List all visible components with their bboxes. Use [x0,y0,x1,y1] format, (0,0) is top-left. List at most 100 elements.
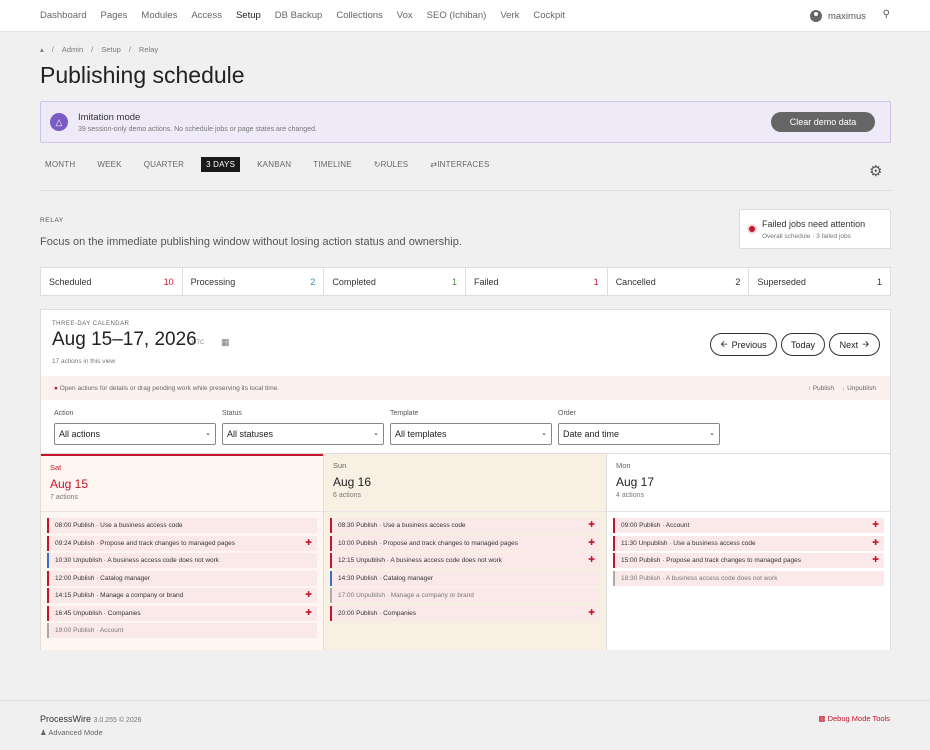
tab-rules[interactable]: ↻RULES [369,157,414,172]
user-name: maximus [827,10,866,22]
move-icon[interactable]: ✚ [588,521,595,529]
day-items: 08:00 Publish · Use a business access co… [47,518,317,641]
user-menu[interactable]: maximus [809,10,866,22]
nav-modules[interactable]: Modules [141,10,177,21]
nav-collections[interactable]: Collections [336,10,382,21]
gear-icon[interactable]: ⚙ [869,162,882,180]
tab-week[interactable]: WEEK [92,157,126,172]
stat-superseded[interactable]: Superseded 1 [749,268,890,295]
schedule-item[interactable]: 17:00 Unpublish · Manage a company or br… [330,588,600,603]
nav-vox[interactable]: Vox [397,10,413,21]
schedule-item[interactable]: 15:00 Publish · Propose and track change… [613,553,884,568]
user-icon: ♟ [40,728,47,737]
nav-access[interactable]: Access [191,10,222,21]
tab-quarter[interactable]: QUARTER [139,157,189,172]
unpublish-arrow-icon: ↓ [842,385,846,392]
timezone-label: UTC [192,340,205,346]
filter-label-action: Action [54,410,74,417]
schedule-item[interactable]: 11:30 Unpublish · Use a business access … [613,535,884,551]
stat-scheduled[interactable]: Scheduled 10 [41,268,183,295]
day-items: 08:30 Publish · Use a business access co… [330,518,600,623]
advanced-mode-link[interactable]: ♟ Advanced Mode [40,728,103,737]
stat-processing[interactable]: Processing 2 [183,268,325,295]
tab-3-days[interactable]: 3 DAYS [201,157,241,172]
schedule-item[interactable]: 14:30 Publish · Catalog manager [330,570,600,586]
calendar-icon[interactable]: ▦ [221,337,230,348]
stat-cancelled[interactable]: Cancelled 2 [608,268,750,295]
previous-button[interactable]: 🡨 Previous [710,333,777,356]
schedule-item-label: 11:30 Unpublish · Use a business access … [621,539,756,547]
breadcrumb-setup[interactable]: Setup [101,45,121,54]
footer-divider [0,700,930,701]
nav-pages[interactable]: Pages [100,10,127,21]
calendar-panel: THREE-DAY CALENDAR Aug 15–17, 2026 UTC ▦… [40,309,891,650]
refresh-icon: ↻ [373,160,381,169]
schedule-item-label: 12:15 Unpublish · A business access code… [338,557,503,564]
move-icon[interactable]: ✚ [305,608,312,617]
action-count: 17 actions in this view [52,358,116,365]
day-of-week: Sat [50,463,62,472]
primary-nav: Dashboard Pages Modules Access Setup DB … [40,10,565,21]
template-select[interactable]: All templates ⌄ [390,423,552,445]
tab-kanban[interactable]: KANBAN [252,157,296,172]
nav-cockpit[interactable]: Cockpit [533,10,565,21]
alert-title: Failed jobs need attention [762,219,866,229]
schedule-item-label: 19:00 Publish · Account [55,627,124,634]
nav-seo[interactable]: SEO (Ichiban) [427,10,487,21]
schedule-item-label: 14:15 Publish · Manage a company or bran… [55,592,184,599]
hint-bar: ● Open actions for details or drag pendi… [41,376,890,400]
nav-setup[interactable]: Setup [236,10,261,21]
next-button[interactable]: Next 🡪 [829,333,880,356]
breadcrumb: ▴ / Admin / Setup / Relay [40,45,159,54]
schedule-item[interactable]: 09:00 Publish · Account ✚ [613,518,884,533]
flask-icon: △ [50,113,68,131]
bug-icon: ▩ [818,714,826,723]
debug-mode-link[interactable]: ▩ Debug Mode Tools [818,714,890,723]
imitation-banner: △ Imitation mode 39 session-only demo ac… [40,101,891,143]
tab-timeline[interactable]: TIMELINE [308,157,357,172]
action-select[interactable]: All actions ⌄ [54,423,216,445]
failed-jobs-alert[interactable]: Failed jobs need attention Overall sched… [739,209,891,249]
nav-dashboard[interactable]: Dashboard [40,10,86,21]
day-column: Sun Aug 16 6 actions 08:30 Publish · Use… [324,454,607,650]
nav-verk[interactable]: Verk [500,10,519,21]
schedule-item[interactable]: 08:30 Publish · Use a business access co… [330,518,600,533]
tab-interfaces[interactable]: ⇄INTERFACES [425,157,494,172]
schedule-item[interactable]: 16:45 Unpublish · Companies ✚ [47,605,317,621]
stat-completed[interactable]: Completed 1 [324,268,467,295]
breadcrumb-relay[interactable]: Relay [139,45,158,54]
filter-label-status: Status [222,410,242,417]
order-select[interactable]: Date and time ⌄ [558,423,720,445]
tab-month[interactable]: MONTH [40,157,80,172]
schedule-item[interactable]: 19:00 Publish · Account [47,623,317,638]
move-icon[interactable]: ✚ [872,538,879,547]
schedule-item[interactable]: 18:30 Publish · A business access code d… [613,570,884,586]
schedule-item[interactable]: 10:30 Unpublish · A business access code… [47,553,317,568]
schedule-item-label: 17:00 Unpublish · Manage a company or br… [338,592,474,599]
schedule-item[interactable]: 10:00 Publish · Propose and track change… [330,535,600,551]
move-icon[interactable]: ✚ [305,538,312,547]
nav-db-backup[interactable]: DB Backup [275,10,323,21]
schedule-item[interactable]: 08:00 Publish · Use a business access co… [47,518,317,533]
schedule-item-label: 09:00 Publish · Account [621,522,690,529]
move-icon[interactable]: ✚ [588,538,595,547]
move-icon[interactable]: ✚ [872,556,879,564]
schedule-item[interactable]: 14:15 Publish · Manage a company or bran… [47,588,317,603]
breadcrumb-admin[interactable]: Admin [62,45,83,54]
status-select[interactable]: All statuses ⌄ [222,423,384,445]
chevron-down-icon: ⌄ [373,430,379,437]
move-icon[interactable]: ✚ [588,556,595,564]
schedule-item[interactable]: 20:00 Publish · Companies ✚ [330,605,600,621]
schedule-item[interactable]: 12:15 Unpublish · A business access code… [330,553,600,568]
move-icon[interactable]: ✚ [305,591,312,599]
move-icon[interactable]: ✚ [588,608,595,617]
day-of-week: Mon [616,461,631,470]
search-icon[interactable]: ⚲ [883,9,890,20]
clear-demo-button[interactable]: Clear demo data [771,112,875,132]
stat-failed[interactable]: Failed 1 [466,268,608,295]
today-button[interactable]: Today [781,333,825,356]
schedule-item[interactable]: 09:24 Publish · Propose and track change… [47,535,317,551]
move-icon[interactable]: ✚ [872,521,879,529]
schedule-item[interactable]: 12:00 Publish · Catalog manager [47,570,317,586]
home-icon[interactable]: ▴ [40,45,44,54]
